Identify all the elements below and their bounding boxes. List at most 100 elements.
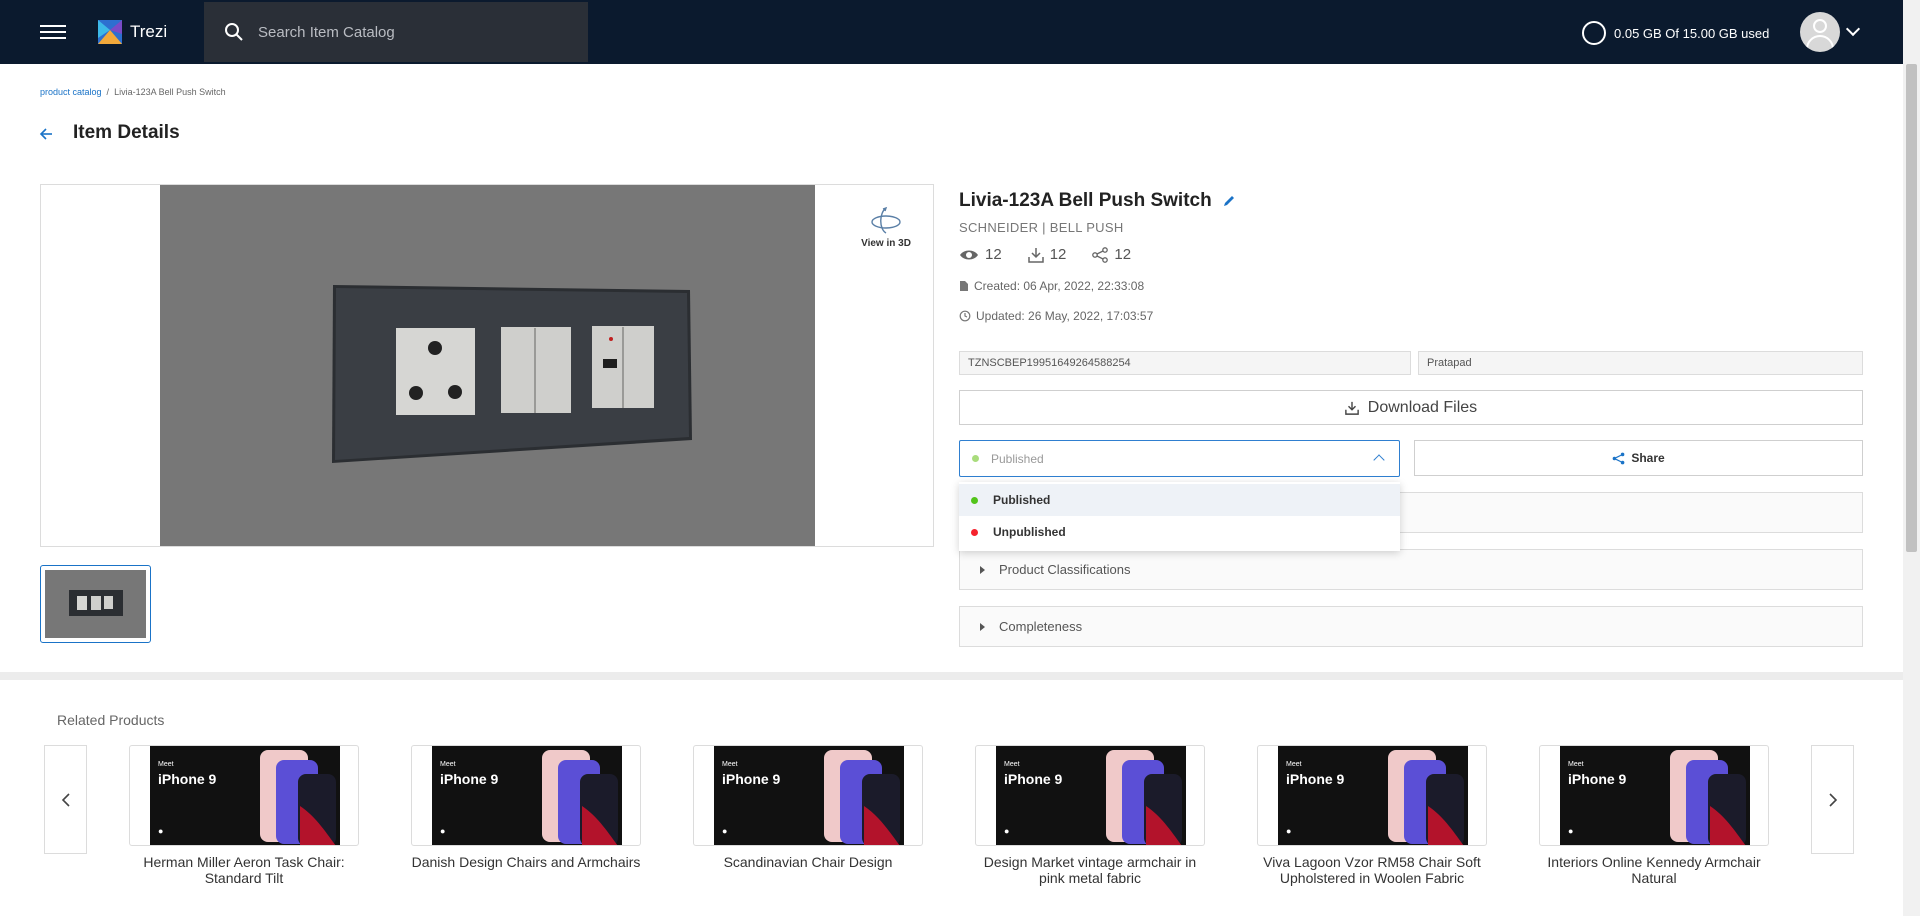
views-count: 12 [985,246,1002,263]
related-product-card[interactable]: Meet iPhone 9 ● Danish Design Chairs and Ar… [411,745,641,870]
related-product-name: Herman Miller Aeron Task Chair: Standard… [143,854,345,886]
related-product-card[interactable]: Meet iPhone 9 ● Viva Lagoon Vzor RM58 Chair… [1257,745,1487,886]
status-select[interactable]: Published [959,440,1400,477]
promo-meet-text: Meet [158,761,174,768]
downloads-count: 12 [1049,246,1067,263]
related-product-name: Scandinavian Chair Design [723,854,893,870]
share-button[interactable]: Share [1414,440,1863,476]
related-products-title: Related Products [57,712,165,728]
switch-thumbnail-image [69,590,123,616]
updated-text: Updated: 26 May, 2022, 17:03:57 [976,309,1154,323]
related-product-name: Danish Design Chairs and Armchairs [411,854,641,870]
status-dropdown-menu: Published Unpublished [959,482,1400,551]
accordion-completeness[interactable]: Completeness [959,606,1863,647]
promo-model-text: iPhone 9 [1286,771,1345,787]
related-product-name: Interiors Online Kennedy Armchair Natura… [1547,854,1761,886]
user-icon [1813,19,1827,33]
item-name-row: Livia-123A Bell Push Switch [959,190,1236,212]
phone-graphic [260,750,336,845]
phone-graphic [1670,750,1746,845]
status-option-label: Unpublished [993,525,1066,539]
view-3d-icon [871,206,901,234]
top-navigation-bar: Trezi 0.05 GB Of 15.00 GB used [0,0,1903,64]
product-image: Meet iPhone 9 ● [129,745,359,846]
product-image: Meet iPhone 9 ● [693,745,923,846]
product-image: Meet iPhone 9 ● [411,745,641,846]
edit-icon[interactable] [1222,194,1236,208]
promo-meet-text: Meet [1286,761,1302,768]
file-icon [960,281,968,291]
section-divider [0,672,1903,680]
apple-logo-icon: ● [1004,826,1010,836]
trezi-logo-icon [98,20,122,44]
apple-logo-icon: ● [722,826,728,836]
share-icon [1092,246,1109,263]
apple-logo-icon: ● [158,826,164,836]
share-icon [1612,452,1625,464]
chevron-right-icon [1828,792,1837,807]
app-logo[interactable]: Trezi [98,20,167,44]
chevron-up-icon[interactable] [1373,454,1385,466]
status-option-label: Published [993,493,1051,507]
promo-meet-text: Meet [722,761,738,768]
product-image: Meet iPhone 9 ● [1539,745,1769,846]
related-product-card[interactable]: Meet iPhone 9 ● Scandinavian Chair Design [693,745,923,870]
iphone-promo-image: Meet iPhone 9 ● [714,746,904,845]
iphone-promo-image: Meet iPhone 9 ● [996,746,1186,845]
promo-meet-text: Meet [1568,761,1584,768]
status-dot-icon [972,455,979,462]
status-option-unpublished[interactable]: Unpublished [959,516,1400,548]
accordion-product-classifications[interactable]: Product Classifications [959,549,1863,590]
related-product-card[interactable]: Meet iPhone 9 ● Interiors Online Kennedy Ar… [1539,745,1769,886]
search-icon [225,23,243,41]
iphone-promo-image: Meet iPhone 9 ● [1278,746,1468,845]
breadcrumb-separator: / [106,87,110,97]
sku-field: TZNSCBEP19951649264588254 [959,351,1411,375]
status-dot-icon [971,496,978,504]
promo-model-text: iPhone 9 [1004,771,1063,787]
related-product-card[interactable]: Meet iPhone 9 ● Herman Miller Aeron Task Ch… [129,745,359,886]
promo-meet-text: Meet [440,761,456,768]
updated-date: Updated: 26 May, 2022, 17:03:57 [959,309,1153,323]
avatar[interactable] [1800,12,1840,52]
related-product-card[interactable]: Meet iPhone 9 ● Design Market vintage armch… [975,745,1205,886]
model-viewer[interactable]: View in 3D [40,184,934,547]
model-thumbnail[interactable] [40,565,151,643]
scrollbar-thumb[interactable] [1906,64,1917,552]
model-preview-canvas[interactable] [160,185,815,546]
eye-icon [960,250,978,259]
phone-graphic [1388,750,1464,845]
related-product-name: Viva Lagoon Vzor RM58 Chair Soft Upholst… [1263,854,1481,886]
download-icon [1344,401,1359,415]
caret-right-icon [980,622,985,631]
status-option-published[interactable]: Published [959,484,1400,516]
carousel-prev-button[interactable] [44,745,87,854]
promo-model-text: iPhone 9 [722,771,781,787]
chevron-left-icon [61,792,70,807]
download-files-button[interactable]: Download Files [959,390,1863,425]
apple-logo-icon: ● [440,826,446,836]
owner-field: Pratapad [1418,351,1863,375]
promo-model-text: iPhone 9 [1568,771,1627,787]
breadcrumb-product-catalog[interactable]: product catalog [40,87,102,97]
chevron-down-icon[interactable] [1845,21,1861,37]
storage-text: 0.05 GB Of 15.00 GB used [1614,25,1770,41]
carousel-next-button[interactable] [1811,745,1854,854]
menu-icon[interactable] [40,21,66,43]
created-date: Created: 06 Apr, 2022, 22:33:08 [959,279,1144,293]
view-in-3d-button[interactable]: View in 3D [856,205,916,249]
created-text: Created: 06 Apr, 2022, 22:33:08 [974,279,1145,293]
shares-count: 12 [1114,246,1132,263]
phone-graphic [542,750,618,845]
search-bar[interactable] [204,2,588,62]
history-icon [959,310,971,322]
iphone-promo-image: Meet iPhone 9 ● [1560,746,1750,845]
phone-graphic [1106,750,1182,845]
page-scrollbar[interactable] [1903,0,1920,916]
switch-plate-image [332,285,692,463]
back-arrow-icon[interactable] [38,126,56,142]
app-name: Trezi [130,22,168,41]
promo-model-text: iPhone 9 [158,771,217,787]
apple-logo-icon: ● [1286,826,1292,836]
search-input[interactable] [258,23,558,41]
